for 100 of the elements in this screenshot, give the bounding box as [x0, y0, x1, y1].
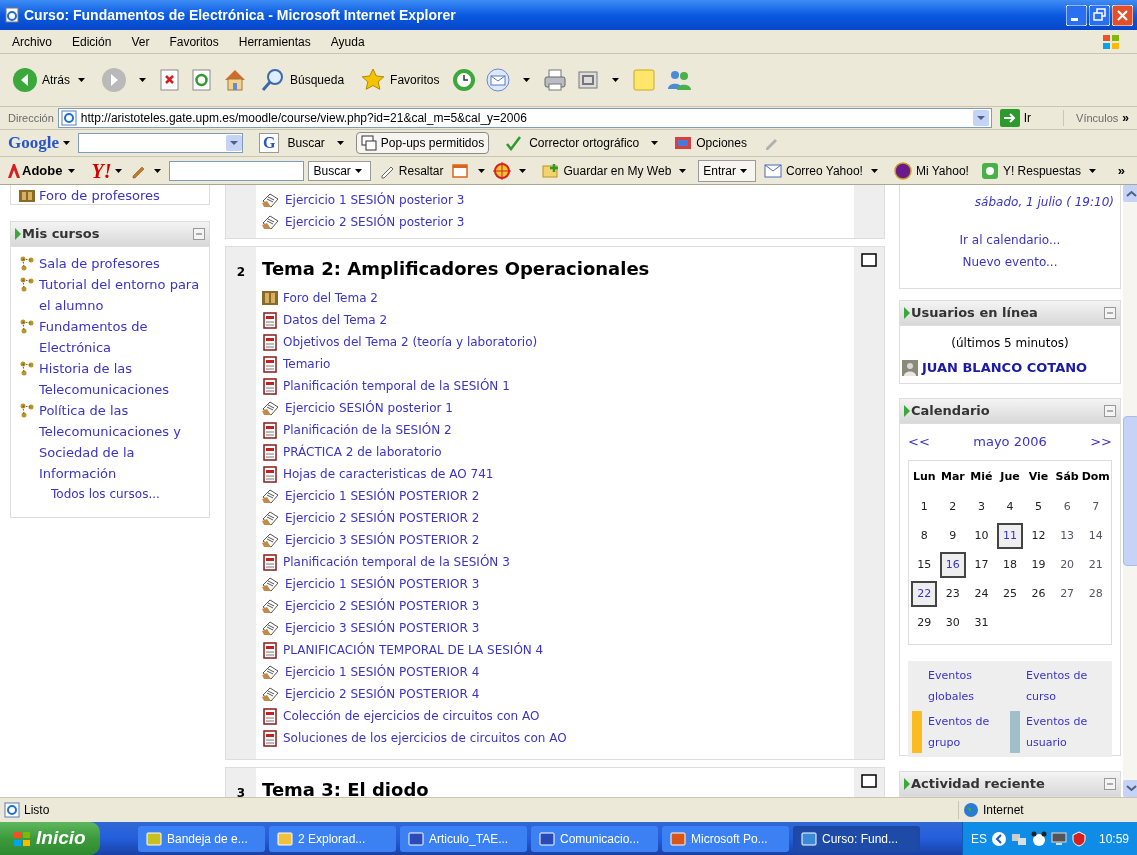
calendar-day[interactable]: 16	[939, 552, 966, 578]
language-indicator[interactable]: ES	[971, 829, 987, 848]
course-link[interactable]: Sala de profesores	[39, 253, 160, 274]
menu-item[interactable]: Archivo	[8, 32, 56, 51]
chevron-icon[interactable]	[991, 830, 1007, 847]
resource-link[interactable]: Ejercicio 2 SESIÓN POSTERIOR 2	[285, 509, 480, 527]
calendar-day[interactable]: 24	[974, 585, 989, 603]
resource-link[interactable]: Datos del Tema 2	[283, 311, 388, 329]
calendar-day[interactable]: 10	[974, 527, 989, 545]
calendar-day[interactable]: 6	[1063, 498, 1071, 516]
links-label[interactable]: Vínculos	[1063, 109, 1119, 127]
more-chevron[interactable]: »	[1122, 109, 1129, 127]
resource-link[interactable]: Objetivos del Tema 2 (teoría y laboratorio)	[283, 333, 538, 351]
calendar-day[interactable]: 1	[920, 498, 928, 516]
calendar-day[interactable]: 7	[1092, 498, 1100, 516]
dropdown-icon[interactable]	[972, 110, 989, 126]
close-icon[interactable]	[1112, 4, 1133, 26]
caret-icon[interactable]	[870, 168, 878, 173]
calendar-day[interactable]: 17	[974, 556, 989, 574]
dropdown-icon[interactable]	[226, 135, 242, 151]
calendar-day[interactable]: 19	[1031, 556, 1046, 574]
course-link[interactable]: Historia de las Telecomunicaciones	[39, 358, 201, 400]
more-chevron[interactable]: »	[1117, 160, 1125, 181]
calendar-icon[interactable]	[451, 162, 470, 179]
history-icon[interactable]	[451, 67, 478, 93]
legend-link[interactable]: Eventos de curso	[1026, 664, 1096, 707]
scrollbar[interactable]	[1123, 185, 1137, 797]
caret-icon[interactable]	[63, 141, 70, 145]
mail-button[interactable]: Correo Yahoo!	[760, 161, 886, 180]
calendar-day[interactable]: 18	[1003, 556, 1017, 574]
calendar-day[interactable]: 12	[1031, 527, 1046, 545]
search-field[interactable]	[169, 160, 305, 181]
course-link[interactable]: Tutorial del entorno para el alumno	[39, 274, 201, 316]
calendar-day[interactable]: 29	[917, 614, 932, 632]
adobe-button[interactable]: Adobe	[8, 160, 80, 181]
menu-item[interactable]: Edición	[68, 32, 116, 51]
highlight-toggle-icon[interactable]	[861, 253, 877, 267]
go-button[interactable]: Ir	[995, 109, 1036, 127]
taskbar-button[interactable]: Curso: Fund...	[793, 825, 920, 852]
calendar-day[interactable]: 31	[974, 614, 989, 632]
resource-link[interactable]: Ejercicio SESIÓN posterior 1	[285, 399, 453, 417]
calendar-day[interactable]: 3	[977, 498, 985, 516]
calendar-day[interactable]: 9	[949, 527, 957, 545]
menu-item[interactable]: Ayuda	[326, 32, 369, 51]
mail-icon[interactable]	[485, 67, 512, 93]
window-icon[interactable]	[576, 68, 601, 92]
calendar-day[interactable]: 13	[1060, 527, 1075, 545]
favorites-button[interactable]: Favoritos	[356, 67, 444, 93]
legend-link[interactable]: Eventos globales	[928, 664, 998, 707]
resource-link[interactable]: Colección de ejercicios de circuitos con AO	[283, 707, 540, 725]
sign-in-button[interactable]: Entrar	[698, 159, 756, 182]
resource-link[interactable]: Soluciones de los ejercicios de circuitos con AO	[283, 729, 567, 747]
caret-icon[interactable]	[740, 168, 747, 173]
legend-link[interactable]: Eventos de usuario	[1026, 710, 1096, 753]
taskbar-button[interactable]: 2 Explorad...	[269, 825, 396, 852]
calendar-day[interactable]: 21	[1088, 556, 1103, 574]
resource-link[interactable]: Ejercicio 2 SESIÓN posterior 3	[285, 213, 465, 231]
save-to-web-button[interactable]: Guardar en My Web	[537, 161, 695, 180]
options-button[interactable]: Opciones	[670, 134, 751, 152]
caret-icon[interactable]	[477, 168, 485, 173]
back-button[interactable]: Atrás	[8, 63, 93, 97]
search-field[interactable]	[78, 133, 243, 153]
caret-icon[interactable]	[139, 78, 146, 82]
menu-item[interactable]: Ver	[127, 32, 154, 51]
caret-icon[interactable]	[68, 168, 76, 173]
resource-link[interactable]: Ejercicio 1 SESIÓN POSTERIOR 4	[285, 663, 480, 681]
calendar-day[interactable]: 15	[917, 556, 932, 574]
caret-icon[interactable]	[154, 168, 162, 173]
course-link[interactable]: Fundamentos de Electrónica	[39, 316, 201, 358]
caret-icon[interactable]	[651, 141, 659, 145]
calendar-link[interactable]: Ir al calendario...	[959, 229, 1061, 251]
caret-icon[interactable]	[78, 78, 85, 82]
scroll-up-icon[interactable]	[1123, 185, 1137, 202]
resource-link[interactable]: Foro del Tema 2	[283, 289, 378, 307]
course-link[interactable]: Política de las Telecomunicaciones y Sociedad de la Información	[39, 400, 201, 484]
calendar-day[interactable]: 5	[1035, 498, 1043, 516]
panda-icon[interactable]	[1031, 830, 1047, 847]
scroll-down-icon[interactable]	[1123, 780, 1137, 797]
search-button[interactable]: Búsqueda	[256, 67, 349, 93]
resource-link[interactable]: PLANIFICACIÓN TEMPORAL DE LA SESIÓN 4	[283, 641, 544, 659]
calendar-day[interactable]: 2	[949, 498, 957, 516]
previous-month-link[interactable]: <<	[908, 432, 930, 452]
caret-icon[interactable]	[679, 168, 687, 173]
resource-link[interactable]: Ejercicio 3 SESIÓN POSTERIOR 2	[285, 531, 480, 549]
google-button[interactable]: Google	[8, 130, 74, 156]
legend-link[interactable]: Eventos de grupo	[928, 710, 998, 753]
printer-icon[interactable]	[542, 67, 569, 93]
caret-icon[interactable]	[354, 168, 362, 173]
caret-icon[interactable]	[336, 141, 344, 145]
highlight-toggle-icon[interactable]	[861, 774, 877, 788]
user-link[interactable]: JUAN BLANCO COTANO	[922, 358, 1088, 378]
collapse-icon[interactable]	[1104, 405, 1116, 417]
stop-icon[interactable]	[158, 68, 182, 92]
calendar-day[interactable]: 30	[945, 614, 960, 632]
collapse-icon[interactable]	[1104, 307, 1116, 319]
caret-icon[interactable]	[518, 168, 526, 173]
collapse-icon[interactable]	[1104, 778, 1116, 790]
resource-link[interactable]: Ejercicio 1 SESIÓN POSTERIOR 3	[285, 575, 480, 593]
search-button[interactable]: Buscar	[308, 160, 371, 181]
shield-icon[interactable]	[1071, 830, 1087, 847]
